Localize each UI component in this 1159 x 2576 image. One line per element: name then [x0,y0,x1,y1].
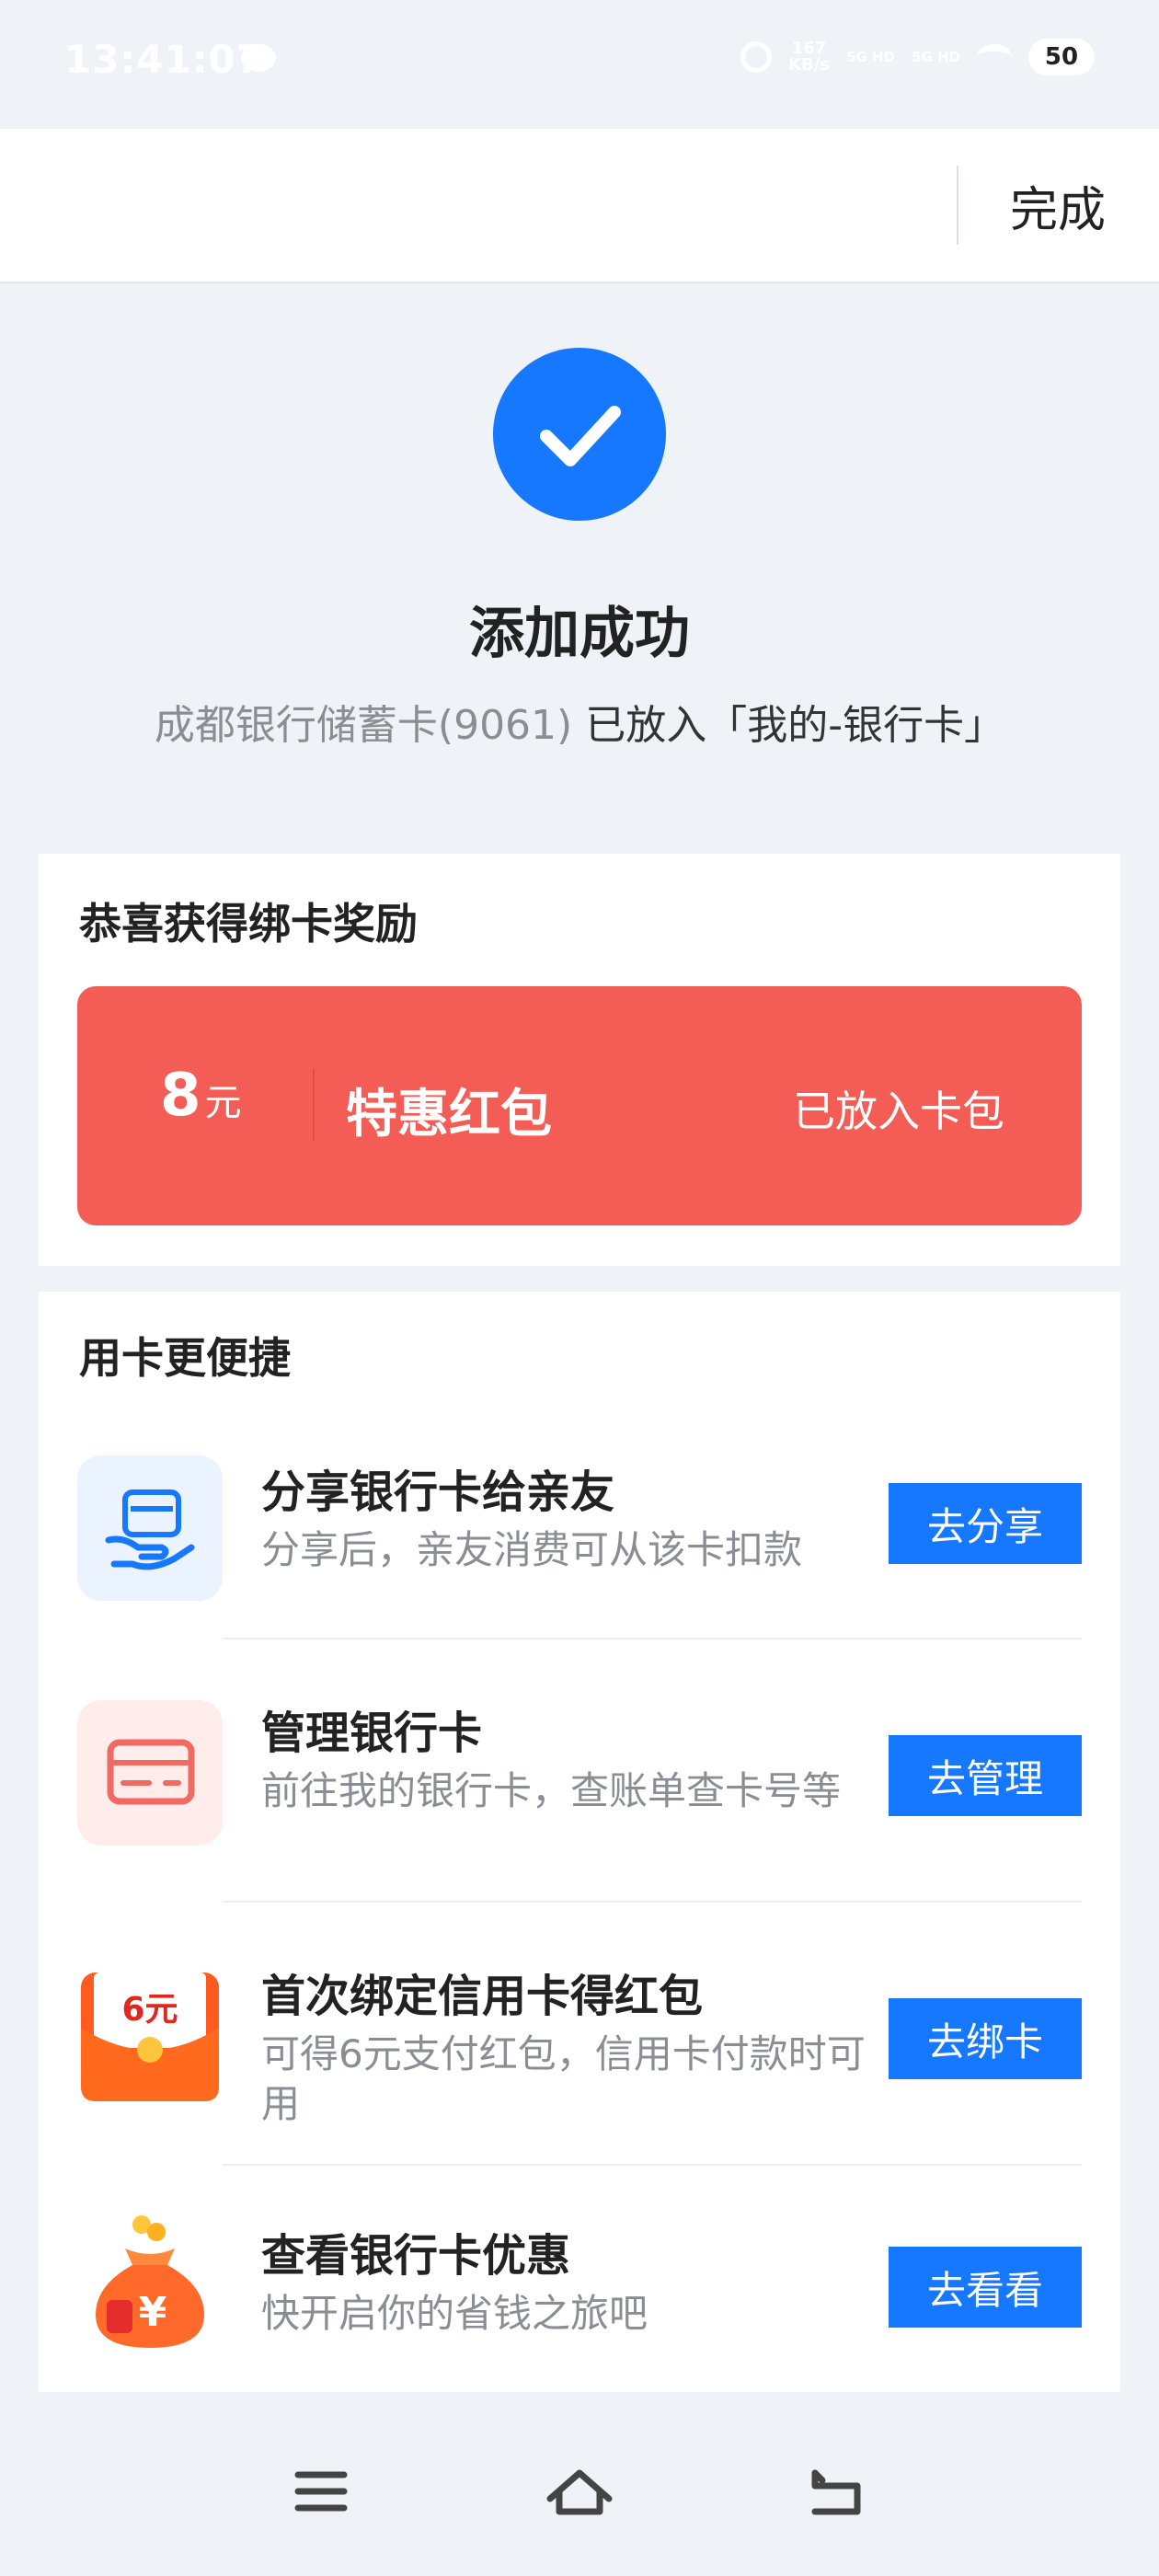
share-card-icon [77,1455,223,1601]
bank-card-name: 成都银行储蓄卡(9061) [154,702,573,749]
red-packet-banner[interactable]: 8元 特惠红包 已放入卡包 [77,986,1082,1225]
manage-card-icon [77,1700,223,1846]
divider [223,1901,1082,1903]
header-divider [957,166,958,245]
battery-indicator: 50 [1028,39,1095,75]
item-title: 管理银行卡 [261,1708,483,1759]
top-bar: 完成 [0,129,1159,283]
status-icons: 167 KB/s 5G HD 5G HD 50 [740,39,1095,75]
success-title: 添加成功 [469,602,690,666]
wifi-icon [977,44,1012,70]
reward-status: 已放入卡包 [793,1087,1004,1136]
item-subtitle: 前往我的银行卡，查账单查卡号等 [261,1768,842,1813]
item-subtitle: 分享后，亲友消费可从该卡扣款 [261,1527,803,1572]
bind-card-button[interactable]: 去绑卡 [889,1998,1082,2079]
item-title: 首次绑定信用卡得红包 [261,1971,704,2022]
alarm-icon [740,41,773,73]
chat-notification-icon [241,44,276,72]
svg-text:¥: ¥ [139,2289,167,2336]
red-packet-icon: 6元 [77,1963,223,2109]
menu-icon[interactable] [267,2451,377,2534]
navigation-bar [0,2410,1159,2576]
item-title: 查看银行卡优惠 [261,2230,571,2282]
money-bag-icon: ¥ [77,2212,223,2357]
home-icon[interactable] [524,2451,635,2534]
reward-name: 特惠红包 [346,1085,552,1144]
red-packet-badge: 6元 [121,1991,178,2029]
divider [223,1638,1082,1639]
convenience-card: 用卡更便捷 分享银行卡给亲友 分享后，亲友消费可从该卡扣款 去分享 管理银行卡 … [39,1292,1120,2392]
banner-divider [313,1069,315,1141]
signal-icon: 5G HD [846,49,896,65]
share-button[interactable]: 去分享 [889,1483,1082,1564]
reward-card-title: 恭喜获得绑卡奖励 [79,899,418,949]
back-icon[interactable] [782,2451,892,2534]
item-subtitle: 快开启你的省钱之旅吧 [261,2291,648,2336]
item-subtitle: 可得6元支付红包，信用卡付款时可用 [261,2031,866,2126]
status-time: 13:41:07 [64,37,264,82]
status-bar: 13:41:07 167 KB/s 5G HD 5G HD 50 [0,0,1159,129]
done-button[interactable]: 完成 [975,166,1141,245]
divider [223,2164,1082,2166]
reward-amount: 8元 [160,1062,242,1130]
convenience-card-title: 用卡更便捷 [79,1333,291,1383]
placed-text: 已放入「我的-银行卡」 [572,702,1005,749]
manage-button[interactable]: 去管理 [889,1735,1082,1816]
item-title: 分享银行卡给亲友 [261,1466,615,1518]
signal-icon-2: 5G HD [912,49,960,65]
net-speed: 167 KB/s [788,39,831,75]
success-description: 成都银行储蓄卡(9061) 已放入「我的-银行卡」 [0,692,1159,751]
view-offers-button[interactable]: 去看看 [889,2247,1082,2328]
success-check-icon [493,348,666,521]
